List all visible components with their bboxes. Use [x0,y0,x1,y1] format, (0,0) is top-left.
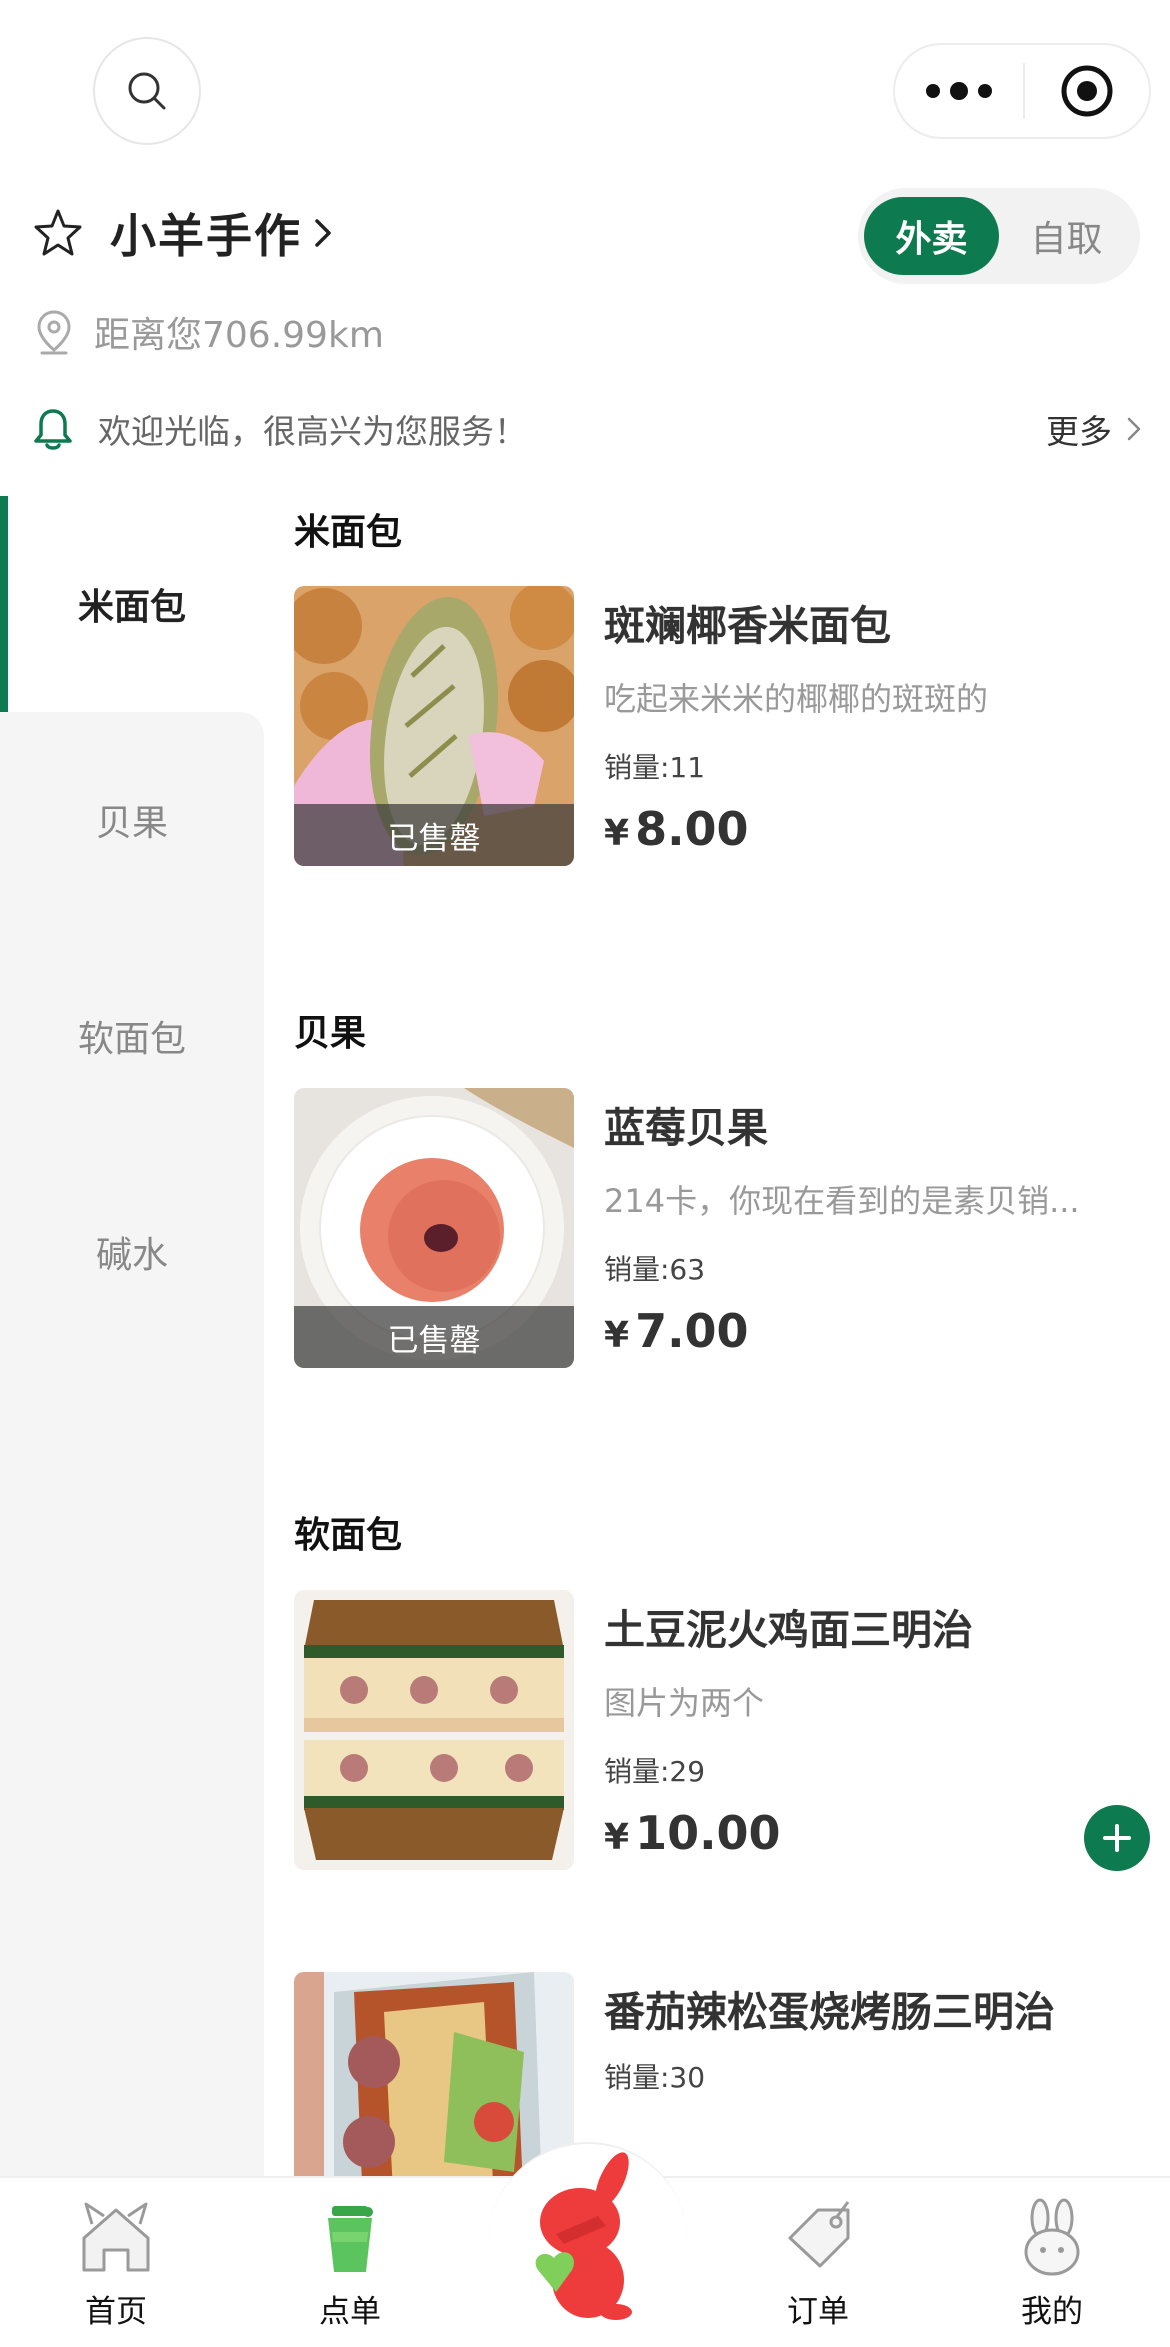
orders-tag-icon [788,2201,850,2268]
currency-symbol: ¥ [604,1315,630,1356]
location-pin-icon [37,310,71,355]
search-icon [128,72,166,110]
product-sales: 销量:63 [604,1253,706,1286]
sidebar-item-soft-bread[interactable]: 软面包 [0,928,264,1144]
more-label: 更多 [1046,412,1112,451]
notice-bar: 欢迎光临，很高兴为您服务！ 更多 [32,398,1142,460]
product-description: 图片为两个 [604,1684,765,1722]
notice-text: 欢迎光临，很高兴为您服务！ [98,412,527,451]
more-link[interactable]: 更多 [1046,405,1142,453]
tab-order[interactable]: 点单 [270,2178,430,2347]
product-description: 214卡，你现在看到的是素贝销... [604,1182,1080,1220]
product-sales: 销量:11 [604,751,706,784]
price-value: 8.00 [635,802,749,856]
tab-label: 点单 [319,2294,381,2330]
distance-row: 距离您706.99km [36,302,384,362]
section-title: 贝果 [294,1013,367,1054]
close-miniprogram-button[interactable] [1025,63,1149,119]
product-price: ¥10.00 [604,1806,781,1860]
order-cup-icon [328,2206,373,2272]
sold-out-badge: 已售罄 [294,1306,574,1368]
sold-out-badge: 已售罄 [294,804,574,866]
shop-name[interactable]: 小羊手作 [110,200,302,266]
chevron-right-icon [315,219,331,247]
target-icon [1061,65,1113,117]
tab-orders[interactable]: 订单 [738,2178,898,2347]
delivery-mode-toggle[interactable]: 外卖 自取 [858,188,1140,284]
product-image[interactable]: 已售罄 [294,1088,574,1368]
home-icon [82,2202,150,2272]
shop-header[interactable]: 小羊手作 [32,198,334,268]
plus-icon [1103,1824,1131,1852]
add-to-cart-button[interactable] [1084,1805,1150,1871]
product-card[interactable]: 土豆泥火鸡面三明治 图片为两个 销量:29 ¥10.00 [294,1590,1150,1871]
tab-profile[interactable]: 我的 [972,2178,1132,2347]
sandwich-image [294,1972,574,2176]
bell-icon [34,409,72,450]
section-title: 米面包 [294,512,403,553]
price-value: 10.00 [635,1806,781,1860]
tab-label: 首页 [85,2294,147,2330]
product-sales: 销量:30 [604,2061,706,2094]
chevron-right-icon [1127,417,1141,441]
sidebar-item-bagel[interactable]: 贝果 [0,712,264,928]
product-price: ¥7.00 [604,1304,749,1358]
product-name[interactable]: 斑斓椰香米面包 [604,592,891,652]
sandwich-image [294,1590,574,1870]
product-name[interactable]: 土豆泥火鸡面三明治 [604,1596,973,1656]
search-button[interactable] [93,37,201,145]
product-sales: 销量:29 [604,1755,706,1788]
section-title: 软面包 [294,1515,403,1556]
product-description: 吃起来米米的椰椰的斑斑的 [604,680,989,718]
product-card[interactable]: 已售罄 斑斓椰香米面包 吃起来米米的椰椰的斑斑的 销量:11 ¥8.00 [294,586,1144,866]
sidebar-item-rice-bread[interactable]: 米面包 [0,496,264,712]
product-price: ¥8.00 [604,802,749,856]
miniprogram-capsule [893,43,1151,139]
currency-symbol: ¥ [604,813,630,854]
more-dots-icon [926,84,940,98]
product-name[interactable]: 蓝莓贝果 [604,1094,768,1154]
tab-home[interactable]: 首页 [36,2178,196,2347]
mascot-icon[interactable] [520,2152,670,2322]
pickup-option[interactable]: 自取 [999,197,1134,275]
product-image[interactable]: 已售罄 [294,586,574,866]
sidebar-item-pretzel[interactable]: 碱水 [0,1144,264,1360]
product-card[interactable]: 番茄辣松蛋烧烤肠三明治 销量:30 [294,1972,1144,2176]
more-button[interactable] [895,45,1023,137]
star-icon[interactable] [32,207,84,259]
tab-label: 我的 [1021,2294,1083,2330]
product-image[interactable] [294,1972,574,2176]
product-name[interactable]: 番茄辣松蛋烧烤肠三明治 [604,1978,1055,2038]
category-sidebar: 米面包 贝果 软面包 碱水 [0,496,264,2176]
product-card[interactable]: 已售罄 蓝莓贝果 214卡，你现在看到的是素贝销... 销量:63 ¥7.00 [294,1088,1144,1368]
tab-label: 订单 [787,2294,849,2330]
delivery-option[interactable]: 外卖 [864,197,999,275]
product-image[interactable] [294,1590,574,1870]
currency-symbol: ¥ [604,1817,630,1858]
price-value: 7.00 [635,1304,749,1358]
distance-text: 距离您706.99km [94,315,384,356]
bunny-profile-icon [1024,2198,1080,2276]
